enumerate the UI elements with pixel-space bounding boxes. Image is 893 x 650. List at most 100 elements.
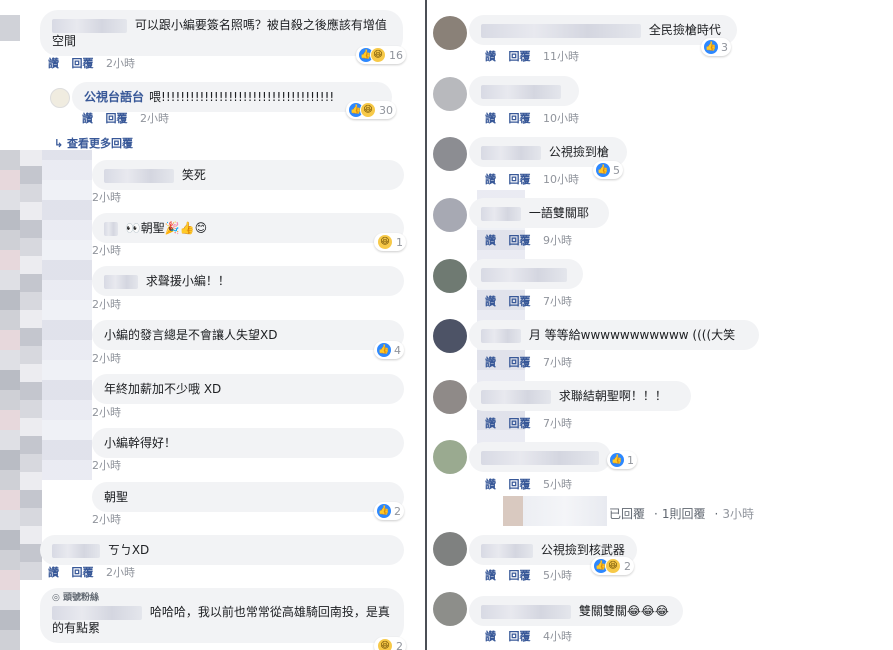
timestamp: 7小時 <box>543 295 572 308</box>
avatar <box>433 16 467 50</box>
reply-link[interactable]: 回覆 <box>509 356 531 369</box>
like-icon: 👍 <box>377 504 391 518</box>
comment-bubble: 一語雙關耶 <box>469 198 609 228</box>
comment-actions: 2小時 <box>92 189 130 205</box>
left-comment-column: 可以跟小編要簽名照嗎？被自殺之後應該有增值空間 讚 回覆 2小時 👍 😆 16 … <box>0 0 424 650</box>
like-link[interactable]: 讚 <box>485 50 496 63</box>
comment-bubble <box>469 442 611 472</box>
comment-bubble: ㄎㄅXD <box>40 535 404 565</box>
comment-text: ㄎㄅXD <box>107 543 150 557</box>
timestamp: 2小時 <box>106 57 135 70</box>
like-icon: 👍 <box>704 40 718 54</box>
view-more-replies-link[interactable]: ↳ 查看更多回覆 <box>54 135 133 151</box>
comment-text: 朝聖 <box>104 490 129 504</box>
like-link[interactable]: 讚 <box>485 234 496 247</box>
author-name-blur <box>481 145 541 160</box>
author-name-blur <box>481 206 521 221</box>
page-avatar <box>50 88 70 108</box>
timestamp: 2小時 <box>92 459 121 472</box>
timestamp: 2小時 <box>92 352 121 365</box>
reaction-count[interactable]: 👍 5 <box>593 161 623 179</box>
reply-link[interactable]: 回覆 <box>509 173 531 186</box>
comment-actions: 讚 回覆 5小時 <box>485 567 581 583</box>
like-link[interactable]: 讚 <box>485 112 496 125</box>
reaction-count[interactable]: 👍 4 <box>374 341 404 359</box>
reply-link[interactable]: 回覆 <box>509 234 531 247</box>
reply-link[interactable]: 回覆 <box>509 569 531 582</box>
avatar <box>433 380 467 414</box>
author-name[interactable]: 公視台語台 <box>84 90 144 104</box>
comment-bubble: 小編的發言總是不會讓人失望XD <box>92 320 404 350</box>
avatar <box>433 77 467 111</box>
haha-icon: 😆 <box>360 102 376 118</box>
reply-link[interactable]: 回覆 <box>509 112 531 125</box>
reply-link[interactable]: 回覆 <box>106 112 128 125</box>
like-link[interactable]: 讚 <box>485 295 496 308</box>
reply-link[interactable]: 回覆 <box>509 417 531 430</box>
like-link[interactable]: 讚 <box>485 356 496 369</box>
reaction-count[interactable]: 😆 2 <box>374 637 406 650</box>
timestamp: 5小時 <box>543 478 572 491</box>
reply-link[interactable]: 回覆 <box>509 295 531 308</box>
author-name-blur <box>481 267 567 282</box>
comment-actions: 2小時 <box>92 511 130 527</box>
timestamp: 2小時 <box>92 244 121 257</box>
reaction-count[interactable]: 👍 😆 30 <box>346 101 396 119</box>
column-divider <box>425 0 427 650</box>
name-blur-column <box>42 150 92 480</box>
reply-link[interactable]: 回覆 <box>509 630 531 643</box>
right-comment-column: 全民撿槍時代 讚 回覆 11小時 👍 3 讚 回覆 10小時 公視撿到槍 讚 回… <box>429 0 893 650</box>
replied-summary[interactable]: 已回覆 · 1則回覆 · 3小時 <box>609 505 763 522</box>
comment-bubble <box>469 76 579 106</box>
comment-actions: 讚 回覆 7小時 <box>485 293 581 309</box>
comment-bubble: 年終加薪加不少哦 XD <box>92 374 404 404</box>
top-fan-badge: ◎ 頭號粉絲 <box>52 593 100 603</box>
author-name-blur <box>481 84 561 99</box>
avatar-blur <box>503 496 523 526</box>
timestamp: 2小時 <box>140 112 169 125</box>
like-link[interactable]: 讚 <box>485 630 496 643</box>
like-link[interactable]: 讚 <box>48 57 59 70</box>
comment-bubble: 求聯結朝聖啊！！！ <box>469 381 691 411</box>
comment-bubble: 笑死 <box>92 160 404 190</box>
reply-link[interactable]: 回覆 <box>72 57 94 70</box>
haha-icon: 😆 <box>605 558 621 574</box>
like-link[interactable]: 讚 <box>82 112 93 125</box>
comment-text: 雙關雙關😂😂😂 <box>578 604 669 618</box>
like-link[interactable]: 讚 <box>485 569 496 582</box>
comment-bubble: 月 等等給wwwwwwwwwww ((((大笑 <box>469 320 759 350</box>
comment-text: 小編的發言總是不會讓人失望XD <box>104 328 278 342</box>
author-name-blur <box>481 604 571 619</box>
comment-text: 一語雙關耶 <box>528 206 589 220</box>
like-link[interactable]: 讚 <box>485 478 496 491</box>
comment-bubble <box>469 259 583 289</box>
reaction-count[interactable]: 😆 1 <box>374 233 406 251</box>
comment-text: 👀朝聖🎉👍😊 <box>125 221 208 235</box>
reply-link[interactable]: 回覆 <box>509 478 531 491</box>
replied-label: 已回覆 <box>609 507 646 521</box>
timestamp: 2小時 <box>92 191 121 204</box>
comment-actions: 2小時 <box>92 296 130 312</box>
like-link[interactable]: 讚 <box>48 566 59 579</box>
haha-icon: 😆 <box>377 638 393 650</box>
reaction-count[interactable]: 👍 😆 2 <box>591 557 634 575</box>
reaction-count[interactable]: 👍 3 <box>701 38 731 56</box>
comment-actions: 讚 回覆 11小時 <box>485 48 588 64</box>
avatar <box>433 137 467 171</box>
timestamp: 7小時 <box>543 417 572 430</box>
comment-bubble: 公視台語台 喂!!!!!!!!!!!!!!!!!!!!!!!!!!!!!!!!!!… <box>72 82 392 112</box>
comment-actions: 讚 回覆 7小時 <box>485 415 581 431</box>
haha-icon: 😆 <box>377 234 393 250</box>
comment-actions: 2小時 <box>92 350 130 366</box>
reply-link[interactable]: 回覆 <box>509 50 531 63</box>
timestamp: 2小時 <box>92 406 121 419</box>
like-link[interactable]: 讚 <box>485 173 496 186</box>
reaction-count[interactable]: 👍 1 <box>607 451 637 469</box>
avatar <box>433 259 467 293</box>
like-link[interactable]: 讚 <box>485 417 496 430</box>
avatar-blur <box>0 15 20 41</box>
comment-text: 笑死 <box>181 168 206 182</box>
reaction-count[interactable]: 👍 2 <box>374 502 404 520</box>
reply-link[interactable]: 回覆 <box>72 566 94 579</box>
reaction-count[interactable]: 👍 😆 16 <box>356 46 406 64</box>
